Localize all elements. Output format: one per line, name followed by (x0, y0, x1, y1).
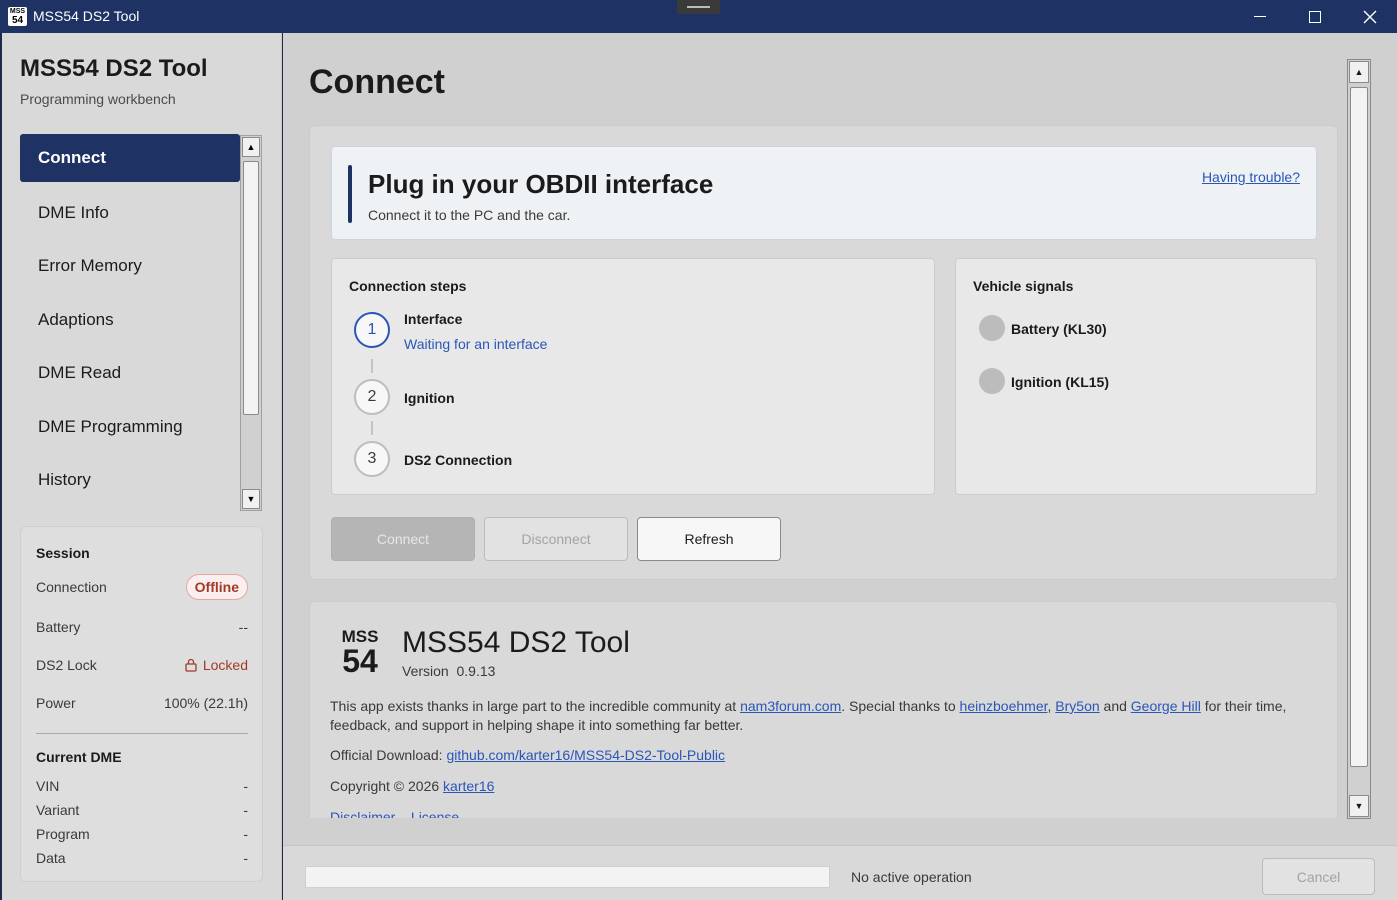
divider (36, 733, 248, 734)
battery-signal-label: Battery (KL30) (1011, 321, 1107, 337)
dme-program-row: Program - (36, 826, 248, 842)
about-legal-links: Disclaimer License (330, 809, 459, 818)
lock-icon (185, 658, 197, 672)
session-power-row: Power 100% (22.1h) (36, 695, 248, 711)
step-2-label: Ignition (404, 390, 455, 406)
close-button[interactable] (1342, 0, 1397, 33)
about-version: Version 0.9.13 (402, 663, 496, 679)
lock-status: Locked (185, 657, 248, 673)
sidebar-app-subtitle: Programming workbench (20, 91, 176, 107)
license-link[interactable]: License (411, 809, 459, 818)
about-title: MSS54 DS2 Tool (402, 626, 630, 659)
status-bar: No active operation Cancel (283, 845, 1397, 900)
nav-item-error-memory[interactable]: Error Memory (20, 240, 240, 294)
session-lock-row: DS2 Lock Locked (36, 657, 248, 673)
forum-link[interactable]: nam3forum.com (740, 698, 841, 714)
cancel-button[interactable]: Cancel (1262, 858, 1375, 895)
step-3-label: DS2 Connection (404, 452, 513, 468)
about-card: MSS 54 MSS54 DS2 Tool Version 0.9.13 Thi… (309, 601, 1338, 818)
maximize-button[interactable] (1287, 0, 1342, 33)
connection-steps-card: Connection steps 1 Interface Waiting for… (331, 258, 935, 495)
signals-heading: Vehicle signals (973, 278, 1074, 294)
scroll-down-arrow-icon[interactable]: ▼ (242, 489, 260, 509)
step-1-label: Interface (404, 311, 463, 327)
connect-card: Plug in your OBDII interface Connect it … (309, 125, 1338, 580)
sidebar: MSS54 DS2 Tool Programming workbench Con… (2, 33, 282, 900)
vehicle-signals-card: Vehicle signals Battery (KL30) Ignition … (955, 258, 1317, 495)
banner-subtitle: Connect it to the PC and the car. (368, 207, 571, 223)
dme-data-row: Data - (36, 850, 248, 866)
snap-grip-handle[interactable] (677, 0, 720, 14)
about-copyright: Copyright © 2026 karter16 (330, 778, 495, 794)
app-logo: MSS 54 (341, 627, 379, 679)
person-link-heinzboehmer[interactable]: heinzboehmer (960, 698, 1048, 714)
step-connector (371, 421, 373, 435)
minimize-button[interactable] (1232, 0, 1287, 33)
step-connector (371, 359, 373, 373)
session-battery-row: Battery -- (36, 619, 248, 635)
step-1-status: Waiting for an interface (404, 336, 548, 352)
banner-title: Plug in your OBDII interface (368, 169, 714, 199)
step-3-indicator: 3 (354, 441, 390, 477)
nav-item-dme-info[interactable]: DME Info (20, 186, 240, 240)
session-heading: Session (36, 545, 90, 561)
scroll-down-arrow-icon[interactable]: ▼ (1349, 795, 1369, 817)
steps-heading: Connection steps (349, 278, 467, 294)
window-title: MSS54 DS2 Tool (33, 8, 140, 24)
main-content: Connect Plug in your OBDII interface Con… (283, 33, 1397, 845)
connection-status-badge: Offline (185, 574, 248, 600)
instruction-banner: Plug in your OBDII interface Connect it … (331, 146, 1317, 240)
scroll-up-arrow-icon[interactable]: ▲ (242, 137, 260, 157)
person-link-bry5on[interactable]: Bry5on (1055, 698, 1099, 714)
session-card: Session Connection Offline Battery -- DS… (20, 526, 263, 882)
author-link[interactable]: karter16 (443, 778, 494, 794)
nav-item-connect[interactable]: Connect (20, 134, 240, 182)
refresh-button[interactable]: Refresh (637, 517, 781, 561)
title-bar: MSS 54 MSS54 DS2 Tool (0, 0, 1397, 33)
person-link-george-hill[interactable]: George Hill (1131, 698, 1201, 714)
app-icon: MSS 54 (8, 7, 27, 26)
download-link[interactable]: github.com/karter16/MSS54-DS2-Tool-Publi… (446, 747, 725, 763)
nav-scroll-thumb[interactable] (243, 161, 259, 415)
disclaimer-link[interactable]: Disclaimer (330, 809, 395, 818)
banner-accent-bar (348, 165, 352, 223)
step-1-indicator: 1 (354, 312, 390, 348)
disconnect-button[interactable]: Disconnect (484, 517, 628, 561)
main-scrollbar[interactable]: ▲ ▼ (1347, 59, 1371, 819)
connect-button[interactable]: Connect (331, 517, 475, 561)
maximize-icon (1308, 10, 1321, 23)
nav-scrollbar[interactable]: ▲ ▼ (240, 135, 262, 511)
session-connection-row: Connection Offline (36, 574, 248, 600)
close-icon (1363, 10, 1376, 23)
about-download: Official Download: github.com/karter16/M… (330, 747, 726, 763)
sidebar-app-title: MSS54 DS2 Tool (20, 55, 208, 82)
current-dme-heading: Current DME (36, 749, 122, 765)
nav-item-dme-programming[interactable]: DME Programming (20, 400, 240, 454)
nav-item-dme-read[interactable]: DME Read (20, 347, 240, 401)
sidebar-nav: Connect DME Info Error Memory Adaptions … (20, 134, 240, 507)
dme-variant-row: Variant - (36, 802, 248, 818)
main-scroll-thumb[interactable] (1350, 87, 1368, 767)
nav-item-adaptions[interactable]: Adaptions (20, 293, 240, 347)
operation-progress-bar (305, 866, 830, 888)
about-thanks-text: This app exists thanks in large part to … (330, 698, 1287, 733)
minimize-icon (1253, 16, 1266, 17)
ignition-signal-label: Ignition (KL15) (1011, 374, 1109, 390)
ignition-signal-indicator (979, 368, 1005, 394)
dme-vin-row: VIN - (36, 778, 248, 794)
battery-signal-indicator (979, 315, 1005, 341)
scroll-up-arrow-icon[interactable]: ▲ (1349, 61, 1369, 83)
page-title: Connect (309, 63, 445, 101)
having-trouble-link[interactable]: Having trouble? (1202, 169, 1300, 185)
step-2-indicator: 2 (354, 379, 390, 415)
status-text: No active operation (851, 869, 972, 885)
nav-item-history[interactable]: History (20, 454, 240, 508)
